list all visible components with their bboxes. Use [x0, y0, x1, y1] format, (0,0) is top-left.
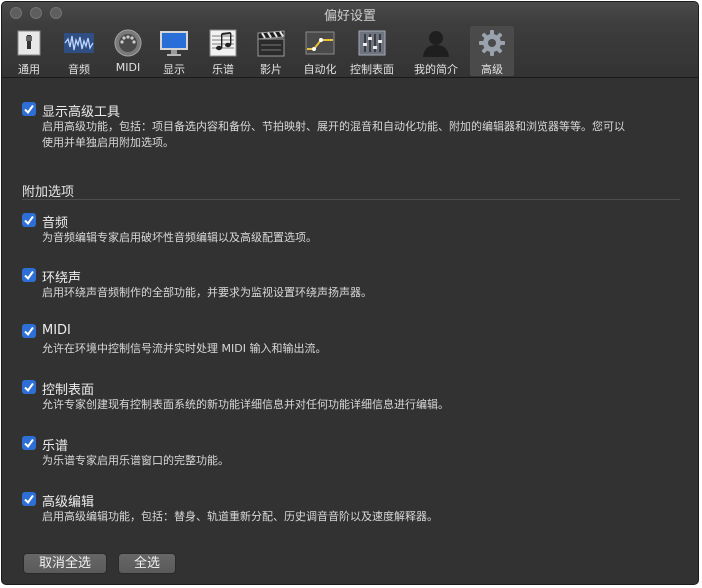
tab-my-profile[interactable]: 我的简介 [412, 26, 460, 76]
tab-automation[interactable]: 自动化 [300, 26, 340, 76]
tab-movie[interactable]: 影片 [254, 26, 288, 76]
tab-general[interactable]: 通用 [12, 26, 46, 76]
tab-score[interactable]: 乐谱 [206, 26, 240, 76]
show-advanced-tools-label: 显示高级工具 [42, 105, 121, 120]
preferences-toolbar: 通用 音频 MIDI 显示 乐谱 影片 自动化 控制表面 我的简介 高级 [2, 24, 698, 78]
clapperboard-icon [257, 30, 285, 57]
additional-options-heading: 附加选项 [22, 185, 75, 200]
checkmark-icon [24, 326, 34, 337]
tab-advanced[interactable]: 高级 [470, 26, 514, 76]
audio-waveform-icon [64, 33, 94, 53]
option-title: MIDI [42, 323, 71, 338]
option-desc: 启用环绕声音频制作的全部功能，并要求为监视设置环绕声扬声器。 [42, 286, 372, 299]
option-title: 环绕声 [42, 271, 82, 286]
show-advanced-tools-desc: 启用高级功能，包括：项目备选内容和备份、节拍映射、展开的混音和自动化功能、附加的… [42, 120, 625, 149]
option-desc: 允许在环境中控制信号流并实时处理 MIDI 输入和输出流。 [42, 342, 327, 355]
tab-control-surfaces[interactable]: 控制表面 [348, 26, 396, 76]
deselect-all-button[interactable]: 取消全选 [23, 553, 107, 574]
option-desc: 为乐谱专家启用乐谱窗口的完整功能。 [42, 454, 229, 467]
checkmark-icon [24, 382, 34, 393]
select-all-button[interactable]: 全选 [118, 553, 176, 574]
gear-icon [479, 30, 505, 56]
monitor-icon [160, 31, 188, 56]
option-title: 控制表面 [42, 383, 95, 398]
option-title: 高级编辑 [42, 495, 95, 510]
checkmark-icon [24, 104, 34, 115]
score-notes-icon [209, 29, 237, 57]
midi-checkbox[interactable] [22, 324, 36, 338]
automation-curve-icon [305, 31, 335, 55]
advanced-editing-checkbox[interactable] [22, 492, 36, 506]
score-checkbox[interactable] [22, 436, 36, 450]
checkmark-icon [24, 270, 34, 281]
checkmark-icon [24, 438, 34, 449]
profile-silhouette-icon [423, 31, 449, 57]
tab-display[interactable]: 显示 [156, 26, 192, 76]
checkmark-icon [24, 494, 34, 505]
control-surface-icon [358, 30, 386, 56]
option-desc: 启用高级编辑功能，包括：替身、轨道重新分配、历史调音音阶以及速度解释器。 [42, 510, 438, 523]
show-advanced-tools-checkbox[interactable] [22, 102, 36, 116]
surround-checkbox[interactable] [22, 268, 36, 282]
option-desc: 允许专家创建现有控制表面系统的新功能详细信息并对任何功能详细信息进行编辑。 [42, 398, 449, 411]
window-title: 偏好设置 [323, 9, 376, 24]
advanced-pane: 显示高级工具 启用高级功能，包括：项目备选内容和备份、节拍映射、展开的混音和自动… [2, 79, 698, 584]
tab-audio[interactable]: 音频 [60, 26, 98, 76]
option-title: 乐谱 [42, 439, 69, 454]
midi-connector-icon [114, 29, 142, 57]
option-title: 音频 [42, 216, 69, 231]
tab-midi[interactable]: MIDI [110, 26, 146, 76]
audio-checkbox[interactable] [22, 213, 36, 227]
checkmark-icon [24, 215, 34, 226]
switch-icon [17, 30, 41, 56]
section-divider [22, 199, 680, 200]
option-desc: 为音频编辑专家启用破坏性音频编辑以及高级配置选项。 [42, 231, 317, 244]
title-bar: 偏好设置 [2, 2, 698, 24]
control-surfaces-checkbox[interactable] [22, 380, 36, 394]
preferences-window: 偏好设置 通用 音频 MIDI 显示 乐谱 影片 自动化 控制表面 我的简介 高… [1, 1, 699, 585]
